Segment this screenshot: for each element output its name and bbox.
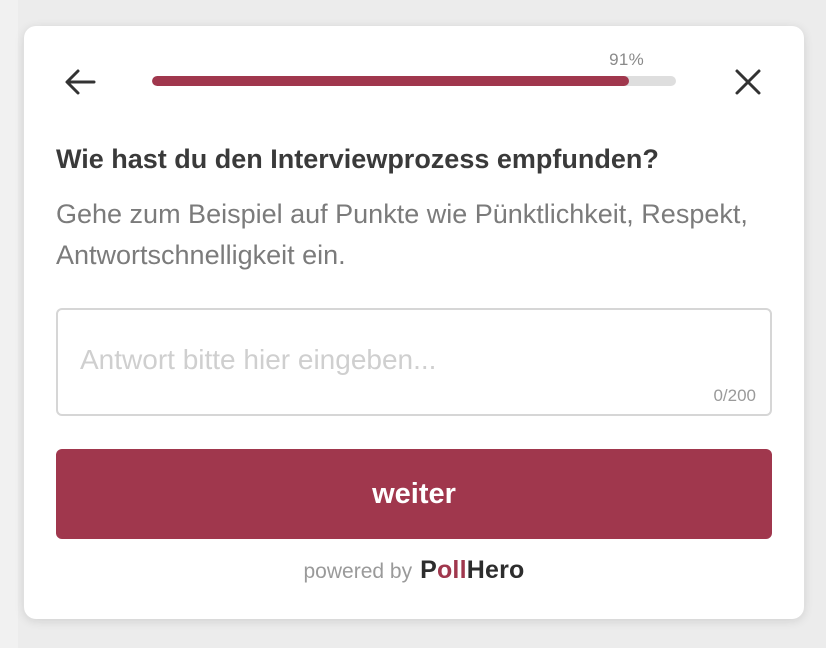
logo-part-p: P <box>420 556 437 584</box>
next-button[interactable]: weiter <box>56 449 772 539</box>
answer-input[interactable] <box>58 310 770 414</box>
powered-by-text: powered by <box>303 560 413 583</box>
survey-card: 91% Wie hast du den Interviewprozess emp… <box>24 26 804 619</box>
back-button[interactable] <box>60 62 100 102</box>
progress-bar-fill <box>152 76 629 86</box>
progress-bar <box>152 76 676 86</box>
logo-part-hero: Hero <box>466 556 525 584</box>
question-hint: Gehe zum Beispiel auf Punkte wie Pünktli… <box>56 199 748 270</box>
answer-field: 0/200 <box>56 308 772 416</box>
logo-part-accent: oll <box>436 556 467 584</box>
arrow-left-icon <box>65 69 96 95</box>
character-counter: 0/200 <box>713 386 756 405</box>
pollhero-logo[interactable]: PollHero <box>420 556 524 585</box>
question-title: Wie hast du den Interviewprozess empfund… <box>56 144 659 174</box>
close-button[interactable] <box>728 62 768 102</box>
powered-by-footer: powered by PollHero <box>24 556 804 585</box>
close-icon <box>735 69 761 95</box>
progress-percent: 91% <box>609 50 644 69</box>
